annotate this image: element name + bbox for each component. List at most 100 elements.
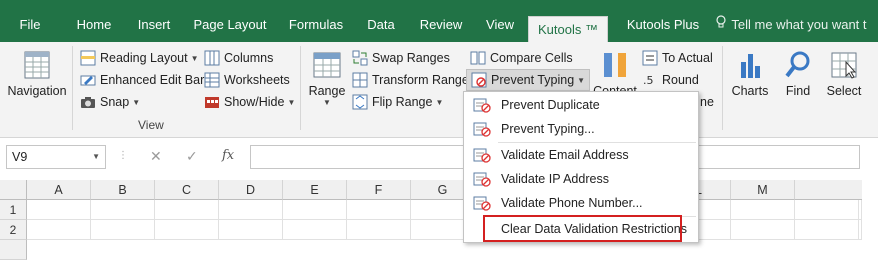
prevent-typing-icon	[473, 121, 491, 137]
snap-label: Snap	[100, 95, 130, 109]
column-header[interactable]: E	[283, 180, 347, 200]
tab-home[interactable]: Home	[64, 14, 124, 42]
round-button[interactable]: .5 Round	[642, 70, 699, 90]
tell-me-search[interactable]: Tell me what you want t	[716, 14, 878, 42]
column-header[interactable]: D	[219, 180, 283, 200]
name-box-value: V9	[12, 150, 28, 164]
enhanced-edit-bar-label: Enhanced Edit Bar	[100, 73, 205, 87]
prevent-typing-button[interactable]: Prevent Typing ▼	[466, 69, 591, 91]
select-all-corner[interactable]	[0, 180, 27, 200]
column-header[interactable]	[795, 180, 862, 200]
prevent-typing-label: Prevent Typing	[491, 73, 575, 87]
content-icon	[600, 50, 630, 80]
chart-icon	[735, 50, 765, 80]
tab-file[interactable]: File	[0, 14, 60, 42]
to-actual-button[interactable]: To Actual	[642, 48, 713, 68]
row-header[interactable]: 2	[0, 220, 27, 240]
row-header[interactable]	[0, 240, 27, 260]
ribbon-divider	[722, 46, 723, 130]
transform-range-button[interactable]: Transform Range	[352, 70, 469, 90]
compare-cells-icon	[470, 50, 486, 66]
menu-item-prevent-duplicate[interactable]: Prevent Duplicate	[464, 93, 698, 117]
validate-ip-icon	[473, 171, 491, 187]
chevron-down-icon: ▼	[323, 98, 331, 107]
view-group-label: View	[138, 118, 164, 132]
chevron-down-icon: ▼	[577, 75, 586, 85]
prevent-typing-icon	[471, 72, 487, 88]
lightbulb-icon	[716, 14, 728, 36]
search-icon	[783, 50, 813, 80]
ribbon-partial-label: ne	[700, 95, 714, 109]
tab-data[interactable]: Data	[358, 14, 404, 42]
prevent-duplicate-icon	[473, 97, 491, 113]
transform-range-label: Transform Range	[372, 73, 469, 87]
column-header[interactable]: F	[347, 180, 411, 200]
column-header[interactable]: A	[27, 180, 91, 200]
row-header[interactable]: 1	[0, 200, 27, 220]
column-header[interactable]: B	[91, 180, 155, 200]
chevron-down-icon: ▼	[132, 97, 141, 107]
swap-ranges-label: Swap Ranges	[372, 51, 450, 65]
menu-item-validate-phone[interactable]: Validate Phone Number...	[464, 191, 698, 215]
tell-me-text: Tell me what you want t	[731, 17, 867, 32]
tab-view[interactable]: View	[478, 14, 522, 42]
reading-layout-button[interactable]: Reading Layout ▼	[80, 48, 199, 68]
column-header[interactable]: M	[731, 180, 795, 200]
flip-range-button[interactable]: Flip Range ▼	[352, 92, 443, 112]
highlight-box	[483, 215, 682, 242]
tab-insert[interactable]: Insert	[126, 14, 182, 42]
columns-button[interactable]: Columns	[204, 48, 273, 68]
menu-item-label: Prevent Typing...	[501, 122, 595, 136]
charts-label: Charts	[731, 84, 769, 98]
show-hide-button[interactable]: Show/Hide ▼	[204, 92, 295, 112]
check-icon[interactable]: ✓	[186, 148, 198, 165]
tab-kutools[interactable]: Kutools ™	[528, 16, 608, 42]
transform-range-icon	[352, 72, 368, 88]
range-button[interactable]: Range ▼	[306, 50, 348, 107]
validate-phone-icon	[473, 195, 491, 211]
ribbon-tab-bar: File Home Insert Page Layout Formulas Da…	[0, 0, 878, 42]
find-button[interactable]: Find	[778, 50, 818, 98]
compare-cells-button[interactable]: Compare Cells	[470, 48, 573, 68]
tab-page-layout[interactable]: Page Layout	[188, 14, 272, 42]
chevron-down-icon: ▼	[190, 53, 199, 63]
cancel-icon[interactable]: ✕	[150, 148, 162, 165]
menu-item-label: Prevent Duplicate	[501, 98, 600, 112]
swap-ranges-button[interactable]: Swap Ranges	[352, 48, 450, 68]
menu-item-prevent-typing[interactable]: Prevent Typing...	[464, 117, 698, 141]
table-row[interactable]	[27, 200, 862, 220]
menu-item-validate-ip[interactable]: Validate IP Address	[464, 167, 698, 191]
range-label: Range	[308, 84, 346, 98]
camera-icon	[80, 94, 96, 110]
worksheets-button[interactable]: Worksheets	[204, 70, 290, 90]
snap-button[interactable]: Snap ▼	[80, 92, 140, 112]
charts-button[interactable]: Charts	[728, 50, 772, 98]
flip-range-label: Flip Range	[372, 95, 433, 109]
menu-item-label: Validate Phone Number...	[501, 196, 643, 210]
select-label: Select	[826, 84, 862, 98]
svg-text:.5: .5	[643, 74, 654, 87]
chevron-down-icon: ▼	[435, 97, 444, 107]
range-icon	[312, 50, 342, 80]
ribbon-divider	[72, 46, 73, 130]
navigation-label: Navigation	[7, 84, 67, 98]
edit-bar-icon	[80, 72, 96, 88]
chevron-down-icon[interactable]: ▼	[92, 146, 100, 168]
column-header[interactable]: C	[155, 180, 219, 200]
tab-kutools-plus[interactable]: Kutools Plus	[614, 14, 712, 42]
round-label: Round	[662, 73, 699, 87]
tab-review[interactable]: Review	[412, 14, 470, 42]
insert-function-button[interactable]: fx	[222, 148, 234, 163]
navigation-button[interactable]: Navigation	[4, 50, 70, 98]
tab-formulas[interactable]: Formulas	[282, 14, 350, 42]
navigation-icon	[22, 50, 52, 80]
worksheets-label: Worksheets	[224, 73, 290, 87]
name-box[interactable]: V9 ▼	[6, 145, 106, 169]
menu-item-validate-email[interactable]: Validate Email Address	[464, 143, 698, 167]
select-button[interactable]: Select	[822, 50, 866, 98]
ribbon-divider	[300, 46, 301, 130]
compare-cells-label: Compare Cells	[490, 51, 573, 65]
reading-layout-icon	[80, 50, 96, 66]
table-row[interactable]	[27, 220, 862, 240]
enhanced-edit-bar-button[interactable]: Enhanced Edit Bar	[80, 70, 204, 90]
